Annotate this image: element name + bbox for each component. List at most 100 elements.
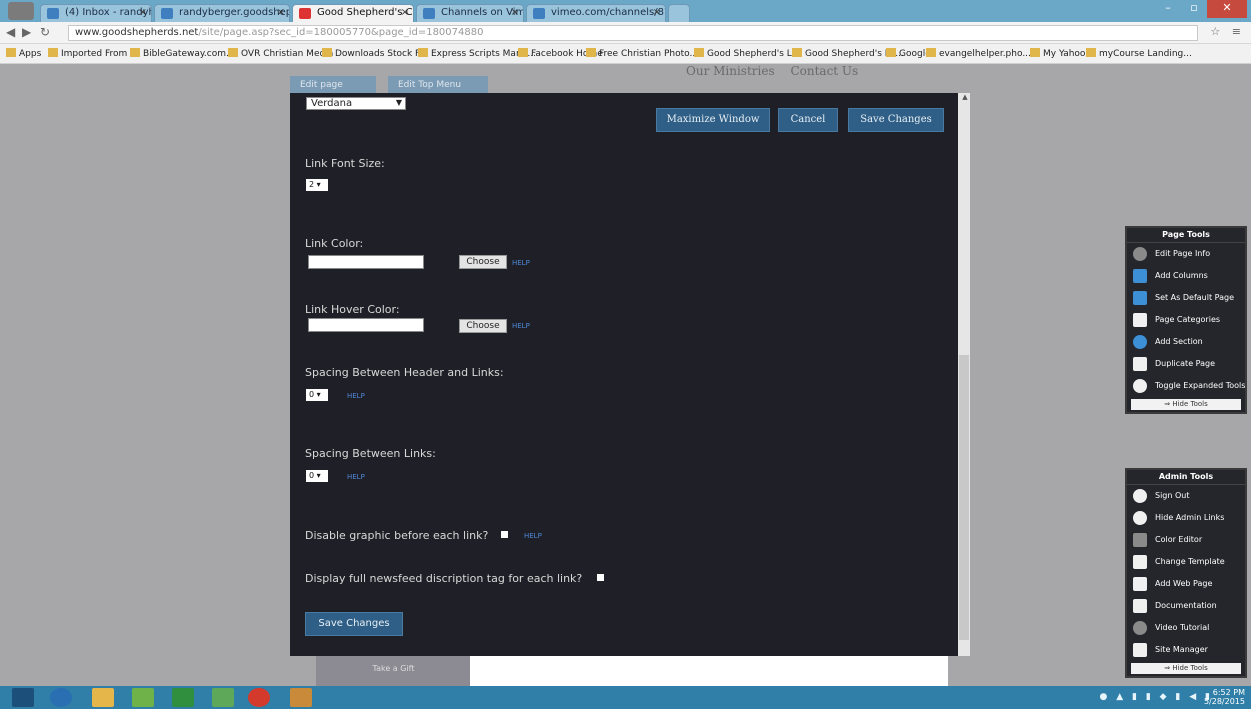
app-icon[interactable] [212, 688, 234, 707]
font-family-select[interactable]: Verdana ▼ [306, 97, 406, 110]
link-color-help-link[interactable]: HELP [512, 259, 530, 267]
url-path: /site/page.asp?sec_id=180005770&page_id=… [198, 27, 484, 38]
start-icon[interactable] [12, 688, 34, 707]
chevron-down-icon: ▼ [395, 98, 402, 107]
window-close-icon[interactable]: ✕ [1207, 0, 1247, 18]
site-nav-link[interactable]: Contact Us [790, 64, 858, 78]
bookmark-item[interactable]: My Yahoo! [1030, 48, 1089, 59]
link-hover-color-input[interactable] [308, 318, 424, 332]
system-tray-icons[interactable]: ● ▲ ▮ ▮ ◆ ▮ ◀ ▮ [1100, 692, 1213, 702]
spacing-header-links-select[interactable]: 0 ▾ [306, 389, 328, 401]
change-template-item[interactable]: Change Template [1127, 551, 1245, 573]
clock-time: 6:52 PM [1212, 688, 1245, 697]
spacing-links-help-link[interactable]: HELP [347, 473, 365, 481]
browser-profile-icon[interactable] [8, 2, 34, 20]
site-nav: Our Ministries Contact Us [686, 64, 870, 78]
home-icon [1133, 291, 1147, 305]
browser-tab-active[interactable]: Good Shepherd's Church× [292, 4, 414, 22]
back-icon[interactable]: ◀ [6, 25, 15, 39]
browser-tab[interactable]: vimeo.com/channels/87...× [526, 4, 666, 22]
disable-graphic-help-link[interactable]: HELP [524, 532, 542, 540]
reload-icon[interactable]: ↻ [40, 25, 50, 39]
site-manager-item[interactable]: Site Manager [1127, 639, 1245, 661]
close-icon[interactable]: × [277, 7, 285, 18]
add-section-item[interactable]: Add Section [1127, 331, 1245, 353]
panel-item-label: Site Manager [1155, 645, 1208, 654]
link-color-choose-button[interactable]: Choose [459, 255, 507, 269]
add-web-page-item[interactable]: Add Web Page [1127, 573, 1245, 595]
internet-explorer-icon[interactable] [50, 688, 72, 707]
add-columns-item[interactable]: Add Columns [1127, 265, 1245, 287]
bookmark-item[interactable]: Imported From IE [48, 48, 138, 59]
app-icon[interactable] [290, 688, 312, 707]
hide-admin-links-item[interactable]: Hide Admin Links [1127, 507, 1245, 529]
maximize-window-button[interactable]: Maximize Window [656, 108, 770, 132]
close-icon[interactable]: × [401, 7, 409, 18]
page-add-icon [1133, 577, 1147, 591]
save-changes-bottom-button[interactable]: Save Changes [305, 612, 403, 636]
duplicate-page-item[interactable]: Duplicate Page [1127, 353, 1245, 375]
admin-tools-hide-button[interactable]: ⇒ Hide Tools [1131, 663, 1241, 674]
link-hover-color-choose-button[interactable]: Choose [459, 319, 507, 333]
tab-label: randyberger.goodsheph... [179, 7, 289, 18]
close-icon[interactable]: × [511, 7, 519, 18]
bookmark-item[interactable]: myCourse Landing... [1086, 48, 1192, 59]
bookmark-item[interactable]: Apps [6, 48, 41, 59]
spacing-header-help-link[interactable]: HELP [347, 392, 365, 400]
tab-edit-top-menu[interactable]: Edit Top Menu [388, 76, 488, 94]
cancel-button[interactable]: Cancel [778, 108, 838, 132]
minimize-icon[interactable]: – [1155, 0, 1181, 18]
link-font-size-select[interactable]: 2 ▾ [306, 179, 328, 191]
documentation-item[interactable]: Documentation [1127, 595, 1245, 617]
page-tools-panel: Page Tools Edit Page Info Add Columns Se… [1125, 226, 1247, 414]
bookmark-item[interactable]: OVR Christian Media [228, 48, 333, 59]
dialog-scrollbar-thumb[interactable] [959, 355, 969, 640]
page-categories-item[interactable]: Page Categories [1127, 309, 1245, 331]
close-icon[interactable]: × [139, 7, 147, 18]
bookmark-item[interactable]: Downloads Stock F... [322, 48, 427, 59]
page-tools-hide-button[interactable]: ⇒ Hide Tools [1131, 399, 1241, 410]
set-default-page-item[interactable]: Set As Default Page [1127, 287, 1245, 309]
new-tab-button[interactable] [668, 4, 690, 22]
link-hover-color-help-link[interactable]: HELP [512, 322, 530, 330]
close-icon[interactable]: × [653, 7, 661, 18]
bookmark-item[interactable]: evangelhelper.pho... [926, 48, 1031, 59]
panel-foot-label: Hide Tools [1172, 664, 1208, 672]
spacing-header-links-label: Spacing Between Header and Links: [305, 366, 504, 379]
toggle-expanded-tools-item[interactable]: Toggle Expanded Tools [1127, 375, 1245, 397]
browser-tab[interactable]: (4) Inbox - randyhig...× [40, 4, 152, 22]
save-changes-top-button[interactable]: Save Changes [848, 108, 944, 132]
display-newsfeed-checkbox[interactable] [597, 574, 604, 581]
file-explorer-icon[interactable] [92, 688, 114, 707]
disable-graphic-checkbox[interactable] [501, 531, 508, 538]
chrome-icon[interactable] [248, 688, 270, 707]
tab-edit-page[interactable]: Edit page [290, 76, 376, 94]
edit-page-info-item[interactable]: Edit Page Info [1127, 243, 1245, 265]
spacing-links-select[interactable]: 0 ▾ [306, 470, 328, 482]
tab-favicon-icon [299, 8, 311, 19]
forward-icon[interactable]: ▶ [22, 25, 31, 39]
panel-item-label: Documentation [1155, 601, 1217, 610]
sign-out-item[interactable]: Sign Out [1127, 485, 1245, 507]
video-tutorial-item[interactable]: Video Tutorial [1127, 617, 1245, 639]
bookmark-item[interactable]: Google [886, 48, 931, 59]
media-player-icon[interactable] [132, 688, 154, 707]
store-icon[interactable] [172, 688, 194, 707]
toggle-icon [1133, 379, 1147, 393]
font-select-value: Verdana [311, 98, 353, 109]
link-color-input[interactable] [308, 255, 424, 269]
bookmark-item[interactable]: BibleGateway.com... [130, 48, 235, 59]
bookmark-star-icon[interactable]: ☆ ≡ [1210, 25, 1245, 38]
browser-tab[interactable]: Channels on Vimeo× [416, 4, 524, 22]
bookmark-item[interactable]: Good Shepherd's L... [694, 48, 800, 59]
bookmark-item[interactable]: Free Christian Photo... [586, 48, 698, 59]
gear-icon [1133, 511, 1147, 525]
taskbar-clock[interactable]: 6:52 PM 5/28/2015 [1204, 688, 1245, 706]
panel-item-label: Edit Page Info [1155, 249, 1211, 258]
scroll-up-icon[interactable]: ▲ [960, 93, 970, 103]
browser-tab[interactable]: randyberger.goodsheph...× [154, 4, 290, 22]
site-nav-link[interactable]: Our Ministries [686, 64, 775, 78]
color-editor-item[interactable]: Color Editor [1127, 529, 1245, 551]
maximize-icon[interactable]: ▫ [1181, 0, 1207, 18]
url-input[interactable]: www.goodshepherds.net/site/page.asp?sec_… [68, 25, 1198, 41]
